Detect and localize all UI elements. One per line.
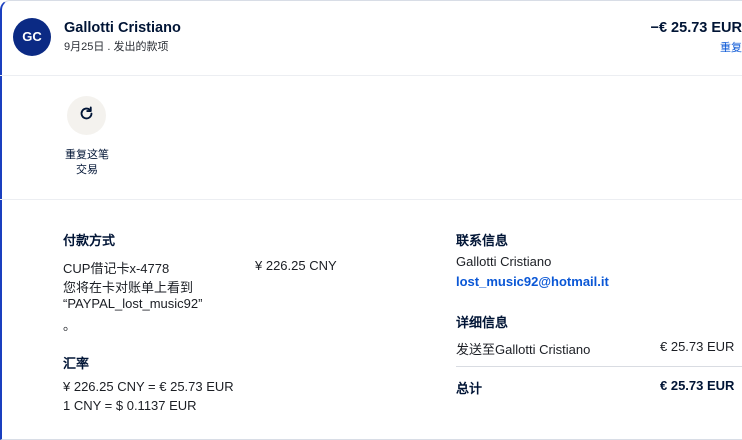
statement-note: 您将在卡对账单上看到: [63, 277, 193, 296]
transaction-header: GC Gallotti Cristiano 9月25日 . 发出的款项 −€ 2…: [0, 0, 742, 76]
contact-email-link[interactable]: lost_music92@hotmail.it: [456, 274, 609, 289]
transaction-subtitle: 9月25日 . 发出的款项: [64, 38, 169, 54]
exchange-line-1: ¥ 226.25 CNY = € 25.73 EUR: [63, 379, 234, 394]
sent-to-amount: € 25.73 EUR: [660, 339, 734, 354]
repeat-link[interactable]: 重复: [720, 39, 742, 55]
sent-to-label: 发送至Gallotti Cristiano: [456, 339, 590, 358]
card-amount: ¥ 226.25 CNY: [255, 258, 337, 273]
statement-period: 。: [63, 315, 76, 334]
exchange-rate-title: 汇率: [63, 353, 89, 372]
repeat-transaction-label[interactable]: 重复这笔交易: [55, 148, 119, 178]
details-title: 详细信息: [456, 312, 508, 331]
repeat-transaction-button[interactable]: [67, 96, 106, 135]
statement-descriptor: “PAYPAL_lost_music92”: [63, 296, 202, 311]
total-amount: € 25.73 EUR: [660, 378, 734, 393]
details-divider: [456, 366, 742, 367]
avatar: GC: [13, 18, 51, 56]
card-name: CUP借记卡x-4778: [63, 258, 169, 277]
actions-area: 重复这笔交易: [0, 76, 742, 200]
contact-info-title: 联系信息: [456, 230, 508, 249]
total-label: 总计: [456, 378, 482, 397]
contact-name: Gallotti Cristiano: [456, 254, 551, 269]
payment-method-title: 付款方式: [63, 230, 115, 249]
transaction-amount: −€ 25.73 EUR: [651, 20, 742, 36]
recipient-name: Gallotti Cristiano: [64, 20, 181, 36]
exchange-line-2: 1 CNY = $ 0.1137 EUR: [63, 398, 197, 413]
refresh-icon: [78, 105, 95, 127]
